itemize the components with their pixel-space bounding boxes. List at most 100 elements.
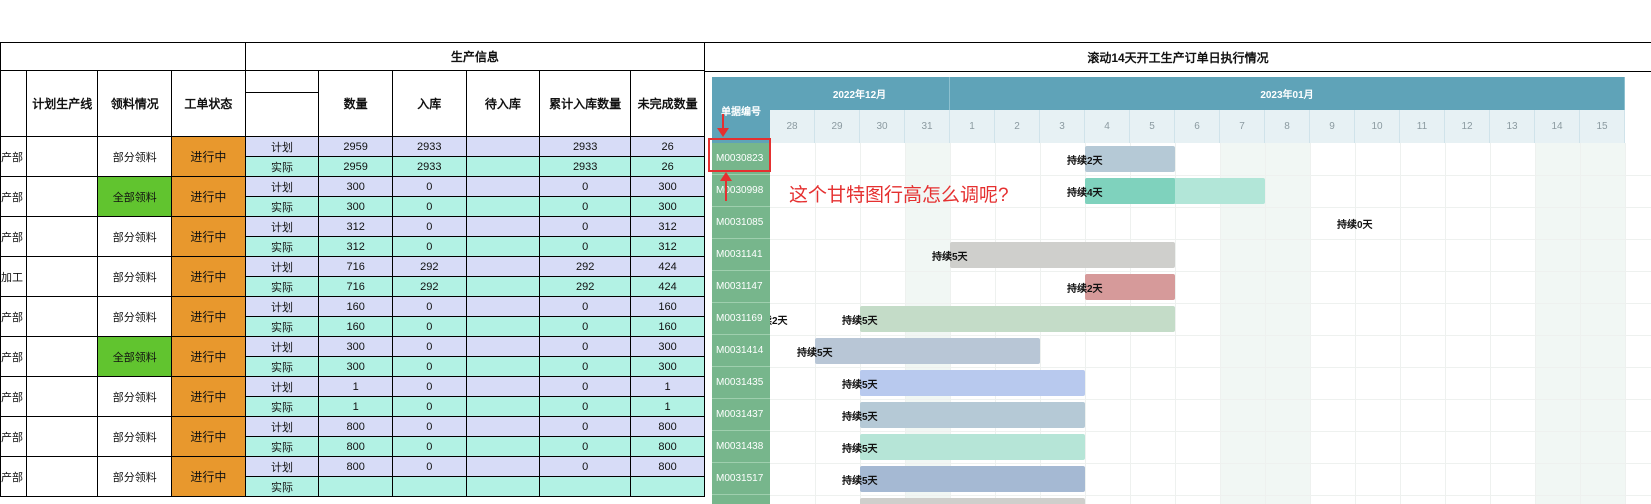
cum-actual: 0 (539, 236, 632, 257)
order-id-cell[interactable]: M0031147 (712, 271, 770, 303)
gantt-bar[interactable] (860, 370, 1085, 396)
gantt-bar[interactable] (815, 338, 1040, 364)
gantt-bar[interactable] (950, 242, 1175, 268)
header-dept (0, 70, 27, 137)
order-id-cell[interactable]: M0031169 (712, 303, 770, 335)
state-cell: 进行中 (171, 456, 246, 497)
pending-plan (465, 456, 541, 477)
in-plan: 0 (391, 216, 467, 237)
line-cell (25, 376, 99, 417)
unf-plan: 800 (630, 416, 705, 437)
order-id-cell[interactable]: M0031141 (712, 239, 770, 271)
in-actual: 0 (391, 316, 467, 337)
unf-plan: 800 (630, 456, 705, 477)
dept-cell: 产部 (0, 336, 27, 377)
unf-plan: 424 (630, 256, 705, 277)
gantt-bar[interactable] (860, 306, 1175, 332)
gantt-bar[interactable] (860, 498, 1085, 504)
header-in: 入库 (391, 70, 467, 137)
in-actual: 292 (391, 276, 467, 297)
type-actual: 实际 (244, 196, 320, 217)
header-pending: 待入库 (465, 70, 541, 137)
pending-plan (465, 296, 541, 317)
grid-line (770, 399, 1651, 400)
gantt-bar-label: 持续5天 (842, 476, 878, 487)
day-header: 12 (1445, 110, 1490, 143)
state-cell: 进行中 (171, 376, 246, 417)
arrow-down-icon (717, 114, 729, 137)
grid-line (1400, 143, 1401, 504)
day-header: 4 (1085, 110, 1130, 143)
unf-actual: 26 (630, 156, 705, 177)
arrow-up-icon (720, 172, 732, 201)
in-actual: 2933 (391, 156, 467, 177)
pending-actual (465, 236, 541, 257)
line-cell (25, 416, 99, 457)
header-type-top (244, 70, 320, 93)
unf-actual: 312 (630, 236, 705, 257)
pending-actual (465, 316, 541, 337)
pending-plan (465, 136, 541, 157)
annotation-text: 这个甘特图行高怎么调呢? (789, 185, 1009, 206)
material-cell: 部分领料 (97, 136, 173, 177)
order-id-cell[interactable]: M0031438 (712, 431, 770, 463)
grid-line (770, 463, 1651, 464)
line-cell (25, 256, 99, 297)
type-plan: 计划 (244, 296, 320, 317)
day-header: 8 (1265, 110, 1310, 143)
cum-plan: 0 (539, 216, 632, 237)
dept-cell: 产部 (0, 416, 27, 457)
day-header: 2 (995, 110, 1040, 143)
dept-cell: 产部 (0, 296, 27, 337)
order-id-cell[interactable]: M0031435 (712, 367, 770, 399)
table-row: 产部 部分领料 进行中 计划 800 0 0 800 (0, 416, 705, 457)
qty-plan: 160 (318, 296, 393, 317)
in-plan: 0 (391, 376, 467, 397)
material-cell: 部分领料 (97, 456, 173, 497)
header-type-bottom (244, 92, 320, 137)
in-plan: 0 (391, 336, 467, 357)
cum-actual: 0 (539, 196, 632, 217)
cum-actual: 0 (539, 436, 632, 457)
unf-plan: 160 (630, 296, 705, 317)
gantt-bar[interactable] (860, 402, 1085, 428)
type-actual: 实际 (244, 156, 320, 177)
gantt-bar[interactable] (860, 434, 1085, 460)
type-plan: 计划 (244, 416, 320, 437)
cum-plan: 292 (539, 256, 632, 277)
unf-actual (630, 476, 705, 497)
unf-actual: 1 (630, 396, 705, 417)
qty-plan: 1 (318, 376, 393, 397)
grid-line (1310, 143, 1311, 504)
weekend-column (1535, 143, 1580, 504)
state-cell: 进行中 (171, 336, 246, 377)
order-id-cell[interactable]: M0031085 (712, 207, 770, 239)
qty-actual: 312 (318, 236, 393, 257)
cum-plan: 0 (539, 376, 632, 397)
production-info-table: 生产信息 计划生产线 领料情况 工单状态 数量 入库 待入库 累计入库数量 未完成数量 产部 部分领… (0, 42, 705, 504)
order-id-cell[interactable] (712, 495, 770, 504)
pending-actual (465, 196, 541, 217)
pending-actual (465, 276, 541, 297)
order-id-cell[interactable]: M0031517 (712, 463, 770, 495)
header-cumulative: 累计入库数量 (539, 70, 632, 137)
qty-actual: 300 (318, 356, 393, 377)
cum-actual: 2933 (539, 156, 632, 177)
type-actual: 实际 (244, 356, 320, 377)
day-header: 6 (1175, 110, 1220, 143)
dept-cell: 产部 (0, 136, 27, 177)
day-header: 13 (1490, 110, 1535, 143)
in-actual: 0 (391, 436, 467, 457)
material-cell: 全部领料 (97, 176, 173, 217)
grid-line (770, 367, 1651, 368)
unf-plan: 300 (630, 336, 705, 357)
pending-plan (465, 416, 541, 437)
state-cell: 进行中 (171, 256, 246, 297)
month-band: 2023年01月 (950, 77, 1625, 110)
order-id-cell[interactable]: M0031414 (712, 335, 770, 367)
header-qty: 数量 (318, 70, 393, 137)
gantt-bar-label: 持续5天 (842, 444, 878, 455)
order-id-cell[interactable]: M0031437 (712, 399, 770, 431)
day-header: 1 (950, 110, 995, 143)
gantt-bar[interactable] (860, 466, 1085, 492)
